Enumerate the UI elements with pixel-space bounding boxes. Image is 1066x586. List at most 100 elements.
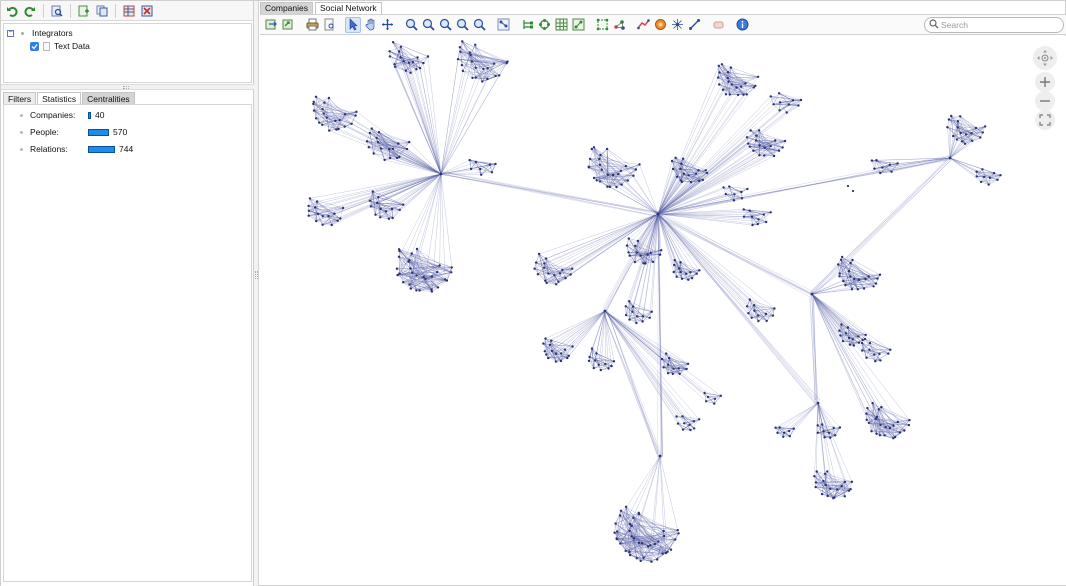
graph-node[interactable] <box>391 41 395 44</box>
graph-node[interactable] <box>404 69 408 72</box>
graph-node[interactable] <box>396 273 399 277</box>
graph-node[interactable] <box>832 497 835 500</box>
graph-node[interactable] <box>397 142 400 145</box>
graph-node[interactable] <box>393 63 396 66</box>
graph-node[interactable] <box>675 275 678 278</box>
graph-node[interactable] <box>648 316 651 319</box>
graph-node[interactable] <box>321 108 324 111</box>
graph-node[interactable] <box>876 277 879 280</box>
graph-node[interactable] <box>888 163 892 166</box>
graph-node[interactable] <box>762 213 765 216</box>
graph-node[interactable] <box>740 85 743 88</box>
graph-node[interactable] <box>372 152 375 155</box>
graph-node[interactable] <box>771 314 775 317</box>
graph-node[interactable] <box>470 60 473 63</box>
graph-node[interactable] <box>705 400 708 403</box>
connect-nodes-icon[interactable] <box>686 17 702 33</box>
graph-node[interactable] <box>742 93 745 96</box>
graph-node[interactable] <box>764 312 768 316</box>
graph-node[interactable] <box>490 171 494 174</box>
graph-node[interactable] <box>416 56 419 59</box>
graph-node[interactable] <box>550 349 554 353</box>
graph-node[interactable] <box>564 277 567 280</box>
graph-node[interactable] <box>982 175 986 179</box>
graph-node[interactable] <box>740 190 743 194</box>
graph-node[interactable] <box>745 305 749 308</box>
graph-node[interactable] <box>390 207 394 211</box>
graph-node[interactable] <box>782 435 785 438</box>
graph-node[interactable] <box>337 127 340 131</box>
graph-node[interactable] <box>330 223 333 227</box>
graph-node[interactable] <box>388 156 392 160</box>
graph-node[interactable] <box>703 391 706 395</box>
graph-node[interactable] <box>718 83 721 86</box>
graph-node[interactable] <box>641 320 644 323</box>
search-document-icon[interactable] <box>49 3 65 19</box>
graph-node[interactable] <box>474 43 477 46</box>
graph-node[interactable] <box>635 321 638 325</box>
graph-node[interactable] <box>875 432 878 435</box>
graph-node[interactable] <box>399 56 402 59</box>
graph-node[interactable] <box>774 426 777 429</box>
graph-node[interactable] <box>706 395 710 399</box>
graph-node[interactable] <box>776 431 779 434</box>
graph-node[interactable] <box>679 270 682 274</box>
horizontal-splitter[interactable] <box>1 84 254 90</box>
graph-node[interactable] <box>554 360 558 363</box>
graph-node[interactable] <box>952 134 955 138</box>
layout-radial-icon[interactable] <box>536 17 552 33</box>
fit-screen-button[interactable] <box>1035 110 1055 130</box>
graph-node[interactable] <box>498 74 501 77</box>
graph-node[interactable] <box>307 214 310 217</box>
zoom-fit-icon[interactable] <box>437 17 453 33</box>
graph-node[interactable] <box>393 65 397 68</box>
graph-node[interactable] <box>987 183 990 186</box>
graph-node[interactable] <box>850 288 854 291</box>
graph-node[interactable] <box>720 63 724 66</box>
graph-canvas[interactable] <box>260 36 1066 585</box>
vertical-splitter[interactable] <box>254 1 259 586</box>
graph-node[interactable] <box>560 352 563 355</box>
graph-node[interactable] <box>672 367 675 370</box>
graph-node[interactable] <box>627 237 630 240</box>
graph-node[interactable] <box>787 429 791 433</box>
graph-node[interactable] <box>662 529 665 533</box>
graph-node[interactable] <box>567 354 570 357</box>
graph-node[interactable] <box>628 254 631 257</box>
graph-node[interactable] <box>956 120 960 123</box>
graph-node[interactable] <box>881 166 884 169</box>
graph-node[interactable] <box>873 167 876 170</box>
graph-node[interactable] <box>456 58 460 61</box>
graph-node[interactable] <box>628 300 631 303</box>
graph-node[interactable] <box>632 537 636 540</box>
graph-node[interactable] <box>844 284 847 287</box>
shortest-path-icon[interactable] <box>635 17 651 33</box>
graph-node[interactable] <box>721 88 725 91</box>
graph-node[interactable] <box>314 95 318 98</box>
graph-node[interactable] <box>950 114 953 118</box>
graph-node[interactable] <box>757 319 760 323</box>
graph-node[interactable] <box>695 272 698 275</box>
zoom-out-icon[interactable] <box>420 17 436 33</box>
graph-node[interactable] <box>619 169 623 172</box>
graph-node[interactable] <box>814 481 818 484</box>
pan-hand-icon[interactable] <box>362 17 378 33</box>
graph-node[interactable] <box>827 431 831 434</box>
graph-node[interactable] <box>469 53 472 57</box>
graph-node[interactable] <box>334 119 337 123</box>
graph-node[interactable] <box>757 129 761 132</box>
graph-node[interactable] <box>450 266 453 269</box>
graph-node[interactable] <box>646 253 649 256</box>
graph-hub-node[interactable] <box>439 172 443 176</box>
graph-node[interactable] <box>607 367 610 370</box>
graph-node[interactable] <box>595 352 598 355</box>
graph-node[interactable] <box>756 75 760 78</box>
graph-node[interactable] <box>846 326 850 329</box>
graph-node[interactable] <box>840 323 843 326</box>
graph-node[interactable] <box>773 307 776 310</box>
graph-node[interactable] <box>681 428 685 431</box>
graph-node[interactable] <box>875 415 879 418</box>
graph-node[interactable] <box>868 348 871 351</box>
graph-node[interactable] <box>674 538 677 541</box>
graph-node[interactable] <box>697 169 700 172</box>
